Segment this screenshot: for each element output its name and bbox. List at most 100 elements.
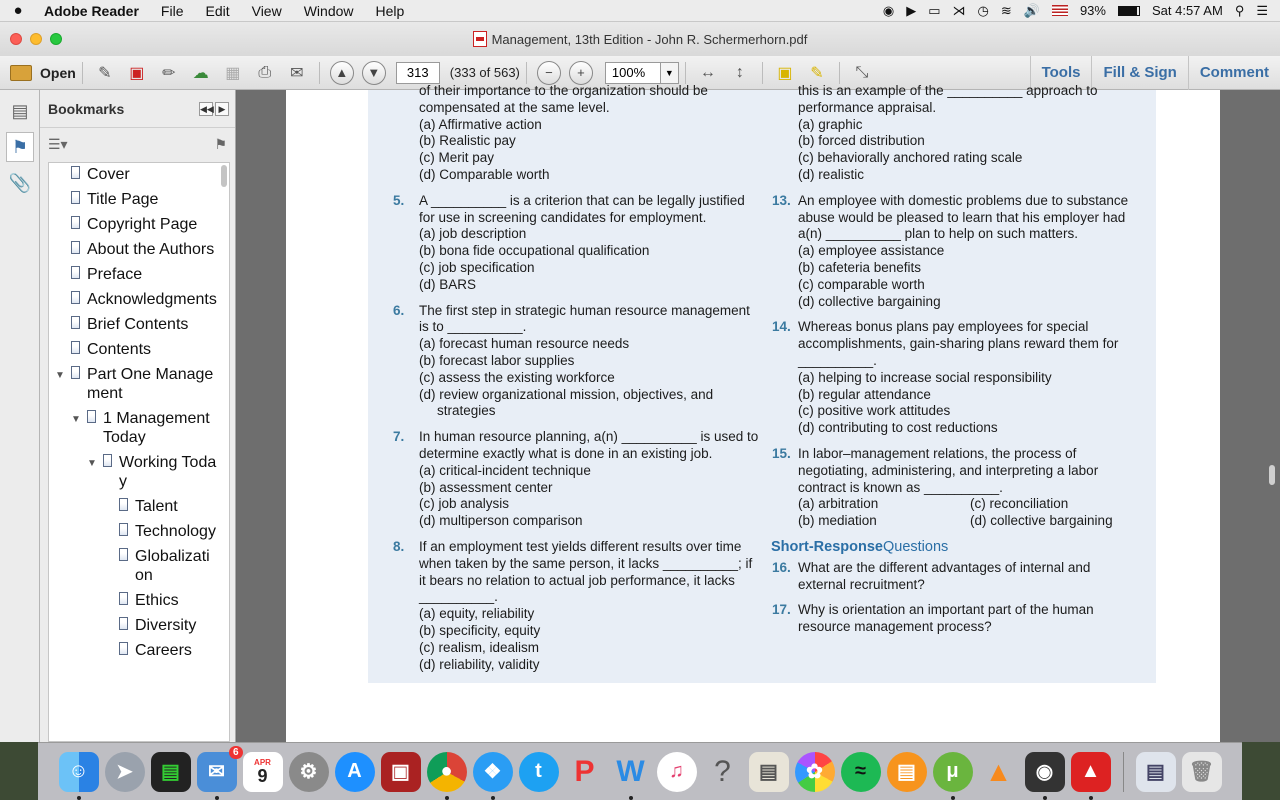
bookmark-item[interactable]: About the Authors: [49, 238, 219, 263]
highlight-icon[interactable]: ✎: [804, 61, 830, 85]
clock[interactable]: Sat 4:57 AM: [1152, 3, 1223, 18]
airplay-icon[interactable]: ▭: [928, 3, 940, 19]
finder-icon[interactable]: ☺: [58, 751, 99, 800]
flag-icon[interactable]: [1051, 5, 1068, 16]
zoom-in-button[interactable]: +: [568, 60, 593, 85]
print-icon[interactable]: ⎙: [252, 61, 278, 85]
bookmark-item[interactable]: Talent: [49, 495, 219, 520]
twitter-icon[interactable]: t: [518, 751, 559, 792]
creative-cloud-icon[interactable]: ◉: [883, 3, 894, 19]
answer-option: (c) comparable worth: [798, 276, 925, 292]
bookmark-item[interactable]: Cover: [49, 163, 219, 188]
bookmarks-tree[interactable]: Cover Title Page Copyright Page About the A…: [48, 162, 230, 742]
bookmark-item[interactable]: Diversity: [49, 614, 219, 639]
bookmark-options-icon[interactable]: ☰▾: [48, 136, 68, 153]
spotlight-icon[interactable]: ⚲: [1235, 3, 1245, 19]
fit-width-icon[interactable]: ↔: [695, 61, 721, 85]
bookmark-item[interactable]: Careers: [49, 639, 219, 664]
page-thumbnails-icon[interactable]: ▤: [6, 96, 34, 126]
zoom-button[interactable]: [50, 33, 62, 45]
zoom-select[interactable]: 100% ▼: [604, 61, 679, 84]
trash-icon[interactable]: 🗑: [1181, 751, 1222, 792]
fullscreen-icon[interactable]: ⤡: [849, 61, 875, 85]
bookmark-item[interactable]: Globalization: [49, 545, 219, 589]
scrollbar-thumb[interactable]: [221, 165, 227, 187]
open-button[interactable]: Open: [0, 64, 76, 81]
page-number-input[interactable]: [395, 61, 440, 84]
comment-button[interactable]: Comment: [1187, 55, 1280, 90]
spotify-icon[interactable]: ≈: [840, 751, 881, 792]
expand-panel-icon[interactable]: ▶: [215, 101, 229, 116]
app-menu[interactable]: Adobe Reader: [36, 3, 150, 19]
create-pdf-icon[interactable]: ✎: [92, 61, 118, 85]
disclosure-triangle-icon[interactable]: ▼: [87, 454, 97, 473]
activity-monitor-icon[interactable]: ▤: [150, 751, 191, 792]
preview-icon[interactable]: ▤: [748, 751, 789, 792]
export-pdf-icon[interactable]: ▣: [124, 61, 150, 85]
play-icon[interactable]: ▶: [906, 3, 916, 19]
close-button[interactable]: [10, 33, 22, 45]
bookmark-item[interactable]: Technology: [49, 520, 219, 545]
time-machine-icon[interactable]: ◷: [978, 3, 989, 19]
wifi-icon[interactable]: ≋: [1001, 3, 1012, 19]
previous-page-button[interactable]: ▲: [329, 60, 354, 85]
apple-menu-icon[interactable]: ●: [0, 2, 36, 19]
bookmark-item[interactable]: ▼ Working Today: [49, 451, 219, 495]
itunes-icon[interactable]: ♫: [656, 751, 697, 792]
disclosure-triangle-icon[interactable]: ▼: [71, 410, 81, 429]
photos-icon[interactable]: ✿: [794, 751, 835, 792]
bookmark-item[interactable]: Acknowledgments: [49, 288, 219, 313]
battery-icon[interactable]: [1117, 5, 1140, 16]
scrollbar-thumb[interactable]: [1269, 465, 1275, 485]
pixelmator-icon[interactable]: P: [565, 752, 605, 792]
mail-icon[interactable]: ✉ 6: [196, 745, 243, 800]
word-icon[interactable]: W: [611, 752, 651, 800]
launchpad-icon[interactable]: ➤: [104, 751, 145, 792]
edit-icon[interactable]: ✏: [156, 61, 182, 85]
pdf-page[interactable]: of their importance to the organization …: [286, 83, 1220, 742]
chrome-icon[interactable]: ●: [426, 751, 467, 800]
bluetooth-icon[interactable]: ⋊: [953, 3, 966, 19]
save-icon[interactable]: ▦: [220, 61, 246, 85]
help-icon[interactable]: ?: [703, 752, 743, 792]
next-page-button[interactable]: ▼: [361, 60, 386, 85]
bookmark-item[interactable]: Brief Contents: [49, 313, 219, 338]
vlc-icon[interactable]: ▲: [979, 752, 1019, 792]
photo-slideshow-icon[interactable]: ◉: [1024, 751, 1065, 800]
cloud-upload-icon[interactable]: ☁: [188, 61, 214, 85]
find-bookmark-icon[interactable]: ⚑: [214, 136, 227, 153]
zoom-out-button[interactable]: −: [536, 60, 561, 85]
bookmark-item[interactable]: Title Page: [49, 188, 219, 213]
adobe-reader-icon[interactable]: ▲: [1070, 751, 1111, 800]
notification-center-icon[interactable]: ☰: [1256, 3, 1268, 19]
battery-percent[interactable]: 93%: [1080, 3, 1106, 18]
downloads-stack-icon[interactable]: ▤: [1135, 751, 1176, 792]
bookmark-item[interactable]: Contents: [49, 338, 219, 363]
utorrent-icon[interactable]: μ: [932, 751, 973, 800]
app-store-icon[interactable]: A: [334, 751, 375, 792]
disclosure-triangle-icon[interactable]: ▼: [55, 366, 65, 385]
bookmark-item[interactable]: ▼ Part One Management: [49, 363, 219, 407]
minimize-button[interactable]: [30, 33, 42, 45]
menu-window[interactable]: Window: [293, 3, 365, 19]
menu-view[interactable]: View: [241, 3, 293, 19]
ibooks-icon[interactable]: ▤: [886, 751, 927, 792]
safari-icon[interactable]: ❖: [472, 751, 513, 800]
bookmark-item[interactable]: Ethics: [49, 589, 219, 614]
volume-icon[interactable]: 🔊: [1024, 3, 1040, 19]
bookmark-item[interactable]: Preface: [49, 263, 219, 288]
photo-booth-icon[interactable]: ▣: [380, 751, 421, 792]
menu-help[interactable]: Help: [365, 3, 416, 19]
bookmark-item[interactable]: Copyright Page: [49, 213, 219, 238]
fit-page-icon[interactable]: ↕: [727, 61, 753, 85]
bookmark-item[interactable]: ▼ 1 Management Today: [49, 407, 219, 451]
menu-file[interactable]: File: [150, 3, 195, 19]
system-preferences-icon[interactable]: ⚙: [288, 751, 329, 792]
collapse-panel-icon[interactable]: ◀◀: [199, 101, 214, 116]
email-icon[interactable]: ✉: [284, 61, 310, 85]
menu-edit[interactable]: Edit: [194, 3, 240, 19]
attachments-icon[interactable]: 📎: [6, 168, 34, 198]
sticky-note-icon[interactable]: ▣: [772, 61, 798, 85]
bookmarks-icon[interactable]: ⚑: [6, 132, 34, 162]
calendar-icon[interactable]: APR 9: [242, 751, 283, 792]
